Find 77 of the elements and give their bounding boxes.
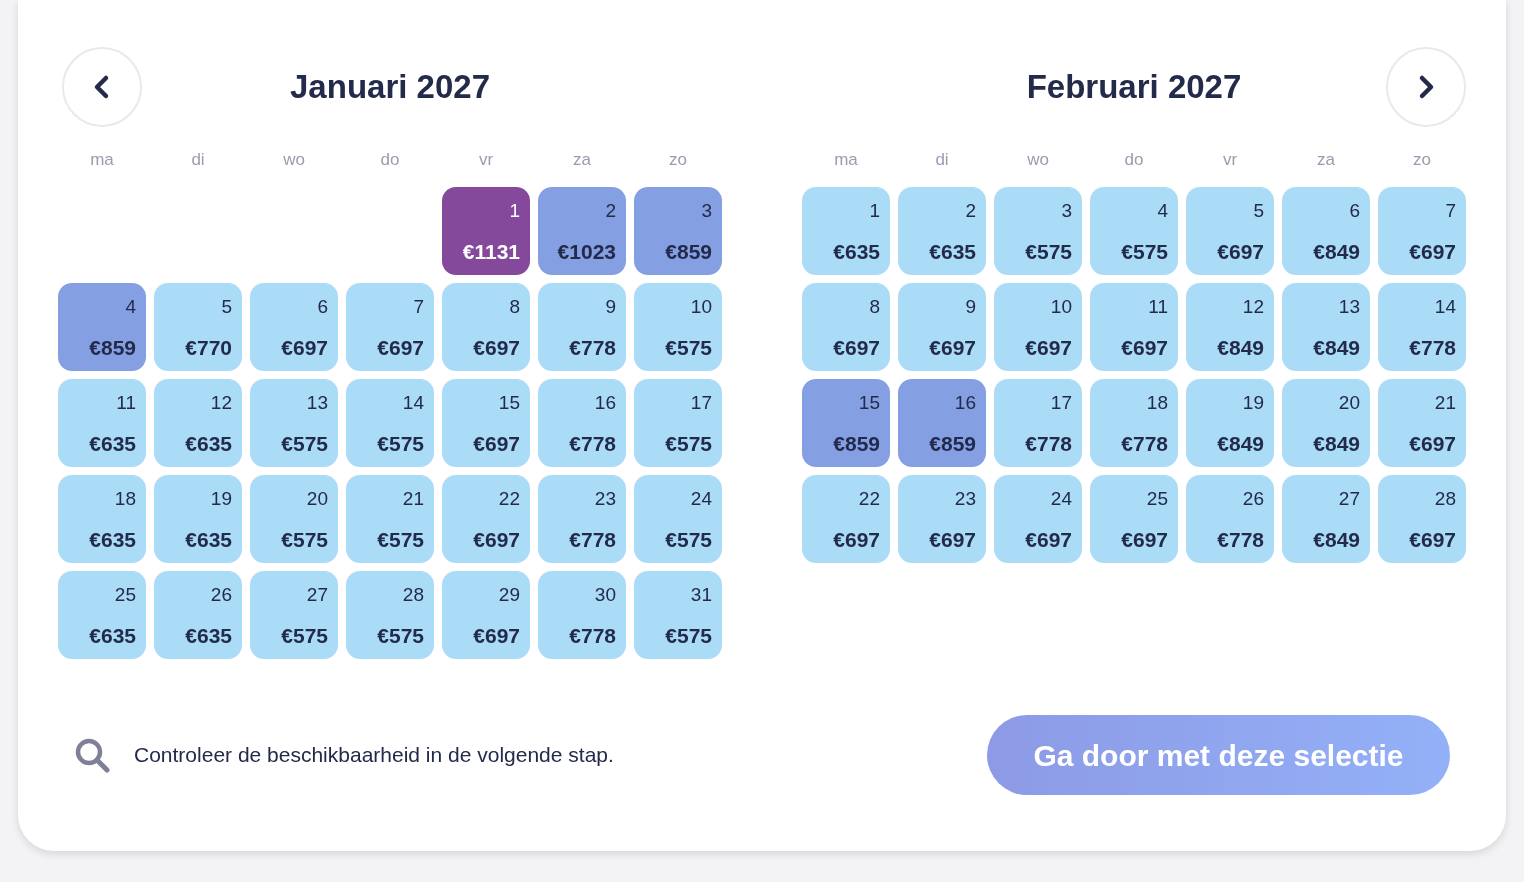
day-cell[interactable]: 17 €778 bbox=[994, 379, 1082, 467]
weekday-label: do bbox=[1124, 149, 1144, 171]
day-cell[interactable]: 6 €697 bbox=[250, 283, 338, 371]
weekday-label: ma bbox=[834, 149, 858, 171]
day-cell[interactable]: 22 €697 bbox=[802, 475, 890, 563]
weekday-label: za bbox=[1317, 149, 1335, 171]
day-cell[interactable]: 25 €697 bbox=[1090, 475, 1178, 563]
month-title: Februari 2027 bbox=[1026, 67, 1242, 107]
day-cell[interactable]: 12 €849 bbox=[1186, 283, 1274, 371]
weekday-label: vr bbox=[1222, 149, 1238, 171]
day-cell[interactable]: 22 €697 bbox=[442, 475, 530, 563]
search-icon bbox=[74, 737, 110, 773]
weekday-label: do bbox=[380, 149, 400, 171]
day-cell[interactable]: 27 €575 bbox=[250, 571, 338, 659]
day-cell[interactable]: 2 €1023 bbox=[538, 187, 626, 275]
day-cell[interactable]: 3 €859 bbox=[634, 187, 722, 275]
day-cell[interactable]: 9 €778 bbox=[538, 283, 626, 371]
day-cell[interactable]: 9 €697 bbox=[898, 283, 986, 371]
day-cell[interactable]: 10 €575 bbox=[634, 283, 722, 371]
weekday-label: di bbox=[935, 149, 949, 171]
day-cell[interactable]: 13 €575 bbox=[250, 379, 338, 467]
day-cell[interactable]: 25 €635 bbox=[58, 571, 146, 659]
day-cell[interactable]: 15 €697 bbox=[442, 379, 530, 467]
day-cell[interactable]: 14 €778 bbox=[1378, 283, 1466, 371]
day-cell[interactable]: 16 €778 bbox=[538, 379, 626, 467]
day-cell[interactable]: 5 €770 bbox=[154, 283, 242, 371]
day-cell[interactable]: 23 €778 bbox=[538, 475, 626, 563]
day-cell[interactable]: 13 €849 bbox=[1282, 283, 1370, 371]
day-cell[interactable]: 12 €635 bbox=[154, 379, 242, 467]
day-cell[interactable]: 28 €575 bbox=[346, 571, 434, 659]
day-cell[interactable]: 11 €635 bbox=[58, 379, 146, 467]
day-cell[interactable]: 1 €635 bbox=[802, 187, 890, 275]
weekday-label: di bbox=[191, 149, 205, 171]
day-cell[interactable]: 8 €697 bbox=[442, 283, 530, 371]
day-cell[interactable]: 19 €849 bbox=[1186, 379, 1274, 467]
day-cell[interactable]: 4 €859 bbox=[58, 283, 146, 371]
day-cell[interactable]: 23 €697 bbox=[898, 475, 986, 563]
day-cell[interactable]: 11 €697 bbox=[1090, 283, 1178, 371]
weekday-label: zo bbox=[1413, 149, 1431, 171]
day-cell[interactable]: 31 €575 bbox=[634, 571, 722, 659]
day-cell[interactable]: 15 €859 bbox=[802, 379, 890, 467]
day-cell[interactable]: 4 €575 bbox=[1090, 187, 1178, 275]
weekday-label: zo bbox=[669, 149, 687, 171]
day-cell[interactable]: 24 €575 bbox=[634, 475, 722, 563]
day-cell[interactable]: 10 €697 bbox=[994, 283, 1082, 371]
day-cell[interactable]: 21 €697 bbox=[1378, 379, 1466, 467]
day-cell[interactable]: 16 €859 bbox=[898, 379, 986, 467]
day-cell[interactable]: 6 €849 bbox=[1282, 187, 1370, 275]
day-cell[interactable]: 21 €575 bbox=[346, 475, 434, 563]
day-cell[interactable]: 19 €635 bbox=[154, 475, 242, 563]
day-cell[interactable]: 20 €575 bbox=[250, 475, 338, 563]
day-cell[interactable]: 30 €778 bbox=[538, 571, 626, 659]
weekday-label: wo bbox=[1027, 149, 1049, 171]
weekday-label: vr bbox=[478, 149, 494, 171]
day-cell[interactable]: 18 €778 bbox=[1090, 379, 1178, 467]
day-cell[interactable]: 27 €849 bbox=[1282, 475, 1370, 563]
day-cell[interactable]: 7 €697 bbox=[346, 283, 434, 371]
day-cell[interactable]: 20 €849 bbox=[1282, 379, 1370, 467]
weekday-label: wo bbox=[283, 149, 305, 171]
day-cell[interactable]: 3 €575 bbox=[994, 187, 1082, 275]
day-cell[interactable]: 5 €697 bbox=[1186, 187, 1274, 275]
day-cell[interactable]: 17 €575 bbox=[634, 379, 722, 467]
day-cell[interactable]: 24 €697 bbox=[994, 475, 1082, 563]
day-cell[interactable]: 18 €635 bbox=[58, 475, 146, 563]
availability-note: Controleer de beschikbaarheid in de volgende stap. bbox=[134, 742, 614, 769]
weekday-label: ma bbox=[90, 149, 114, 171]
day-cell[interactable]: 1 €1131 bbox=[442, 187, 530, 275]
day-cell[interactable]: 2 €635 bbox=[898, 187, 986, 275]
day-cell[interactable]: 28 €697 bbox=[1378, 475, 1466, 563]
weekday-label: za bbox=[573, 149, 591, 171]
day-cell[interactable]: 14 €575 bbox=[346, 379, 434, 467]
day-cell[interactable]: 8 €697 bbox=[802, 283, 890, 371]
day-cell[interactable]: 7 €697 bbox=[1378, 187, 1466, 275]
day-cell[interactable]: 26 €635 bbox=[154, 571, 242, 659]
day-cell[interactable]: 29 €697 bbox=[442, 571, 530, 659]
month-title: Januari 2027 bbox=[290, 67, 490, 107]
day-cell[interactable]: 26 €778 bbox=[1186, 475, 1274, 563]
